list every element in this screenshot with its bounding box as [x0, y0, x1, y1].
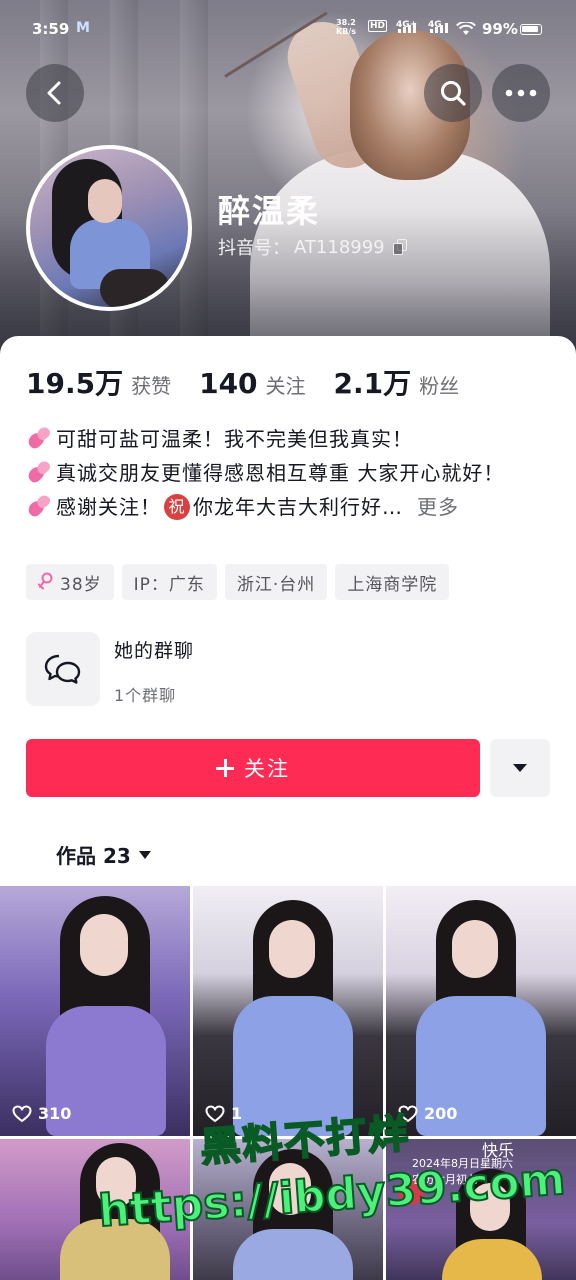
- wifi-icon: [456, 22, 476, 35]
- more-button[interactable]: [492, 64, 550, 122]
- stat-following-value[interactable]: 140: [199, 367, 257, 400]
- tag-region[interactable]: 浙江·台州: [224, 564, 328, 600]
- stat-followers-label[interactable]: 粉丝: [419, 370, 459, 399]
- chevron-down-icon: [138, 850, 151, 859]
- bio-line-1: 可甜可盐可温柔！我不完美但我真实！: [56, 427, 413, 451]
- heart-emoji-icon: [25, 425, 54, 452]
- search-icon: [441, 81, 466, 106]
- sim1-signal-icon: [398, 23, 416, 33]
- sim2-signal-icon: [430, 23, 448, 33]
- tag-age-text: 38岁: [60, 574, 102, 595]
- status-bar: 3:59 M 38.2 KB/s HD 4G+ 4G 99%: [0, 0, 576, 60]
- bio-more-link[interactable]: 更多: [417, 490, 459, 524]
- account-id-value: AT118999: [294, 236, 385, 258]
- copy-icon[interactable]: [392, 239, 407, 255]
- female-icon: [38, 572, 53, 590]
- video-thumbnail[interactable]: 310: [0, 886, 190, 1136]
- battery-icon: [520, 24, 542, 35]
- search-button[interactable]: [424, 64, 482, 122]
- plus-icon: [216, 759, 234, 777]
- bio-line-3a: 感谢关注！: [56, 495, 161, 519]
- stats-row: 19.5万 获赞 140 关注 2.1万 粉丝: [26, 362, 487, 402]
- stat-likes-label[interactable]: 获赞: [131, 370, 171, 399]
- avatar-face: [88, 179, 122, 223]
- heart-emoji-icon: [25, 493, 54, 520]
- stat-followers-value[interactable]: 2.1万: [334, 362, 412, 402]
- chevron-down-icon: [513, 764, 527, 772]
- bio-line: 可甜可盐可温柔！我不完美但我真实！: [25, 422, 556, 456]
- like-count: 310: [38, 1104, 72, 1123]
- group-chat-count: 1个群聊: [114, 686, 177, 705]
- stat-following-label[interactable]: 关注: [266, 370, 306, 399]
- net-speed-unit: KB/s: [336, 27, 356, 36]
- group-chat-title[interactable]: 她的群聊: [114, 636, 194, 663]
- heart-outline-icon: [12, 1104, 32, 1122]
- avatar-legs: [100, 269, 170, 307]
- bio-line: 真诚交朋友更懂得感恩相互尊重 大家开心就好！: [25, 456, 556, 490]
- tab-works[interactable]: 作品 23: [56, 840, 151, 869]
- battery-level: 99%: [482, 20, 518, 38]
- mail-app-icon: M: [76, 20, 90, 36]
- like-count-row: 310: [12, 1104, 71, 1123]
- tag-age: 38岁: [26, 564, 114, 600]
- group-chat-icon-box[interactable]: [26, 632, 100, 706]
- follow-button[interactable]: 关注: [26, 739, 480, 797]
- heart-emoji-icon: [25, 459, 54, 486]
- video-thumbnail[interactable]: 1: [193, 886, 383, 1136]
- profile-nickname: 醉温柔: [218, 192, 321, 230]
- back-button[interactable]: [26, 64, 84, 122]
- status-time: 3:59: [32, 20, 70, 38]
- tag-school[interactable]: 上海商学院: [335, 564, 450, 600]
- net-speed: 38.2 KB/s: [336, 18, 356, 36]
- net-speed-value: 38.2: [336, 18, 356, 27]
- video-thumbnail[interactable]: 200: [386, 886, 576, 1136]
- bio-line-3b: 你龙年大吉大利行好…: [193, 495, 403, 519]
- avatar[interactable]: [26, 145, 192, 311]
- follow-button-label: 关注: [244, 757, 290, 781]
- profile-tags: 38岁 IP：广东 浙江·台州 上海商学院: [26, 564, 450, 600]
- stat-likes-value[interactable]: 19.5万: [26, 362, 123, 402]
- account-id-label: 抖音号：: [218, 238, 290, 259]
- back-arrow-icon: [47, 81, 61, 105]
- tab-works-label: 作品 23: [56, 844, 131, 868]
- group-chat-icon: [44, 654, 81, 684]
- account-id-row: 抖音号： AT118999: [218, 234, 407, 260]
- hd-icon: HD: [368, 20, 388, 32]
- bio-line-2: 真诚交朋友更懂得感恩相互尊重 大家开心就好！: [56, 461, 505, 485]
- bio: 可甜可盐可温柔！我不完美但我真实！ 真诚交朋友更懂得感恩相互尊重 大家开心就好！…: [25, 422, 556, 524]
- bio-line: 感谢关注！ 祝 你龙年大吉大利行好… 更多: [25, 490, 556, 524]
- follow-dropdown-button[interactable]: [490, 739, 550, 797]
- like-count: 200: [424, 1104, 458, 1123]
- more-icon: [505, 89, 537, 97]
- tag-ip: IP：广东: [121, 564, 217, 600]
- zhu-badge-icon: 祝: [164, 494, 190, 520]
